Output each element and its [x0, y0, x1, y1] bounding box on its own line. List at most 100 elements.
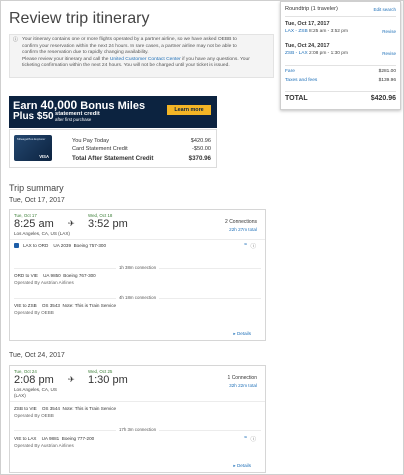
- layover-text: 1h 38m connection: [115, 265, 160, 270]
- notice-line: Your itinerary contains one or more flig…: [22, 37, 237, 42]
- outbound-route: LAX - ZSB 8:25 am - 3:52 pm: [285, 29, 348, 34]
- layover-text: 17h 3m connection: [115, 427, 160, 432]
- arrival-time: 1:30 pm: [88, 374, 128, 386]
- leg-aircraft: Note: This is Train Service: [62, 406, 117, 411]
- details-label: Details: [236, 331, 251, 336]
- card-brand: MileagePlus Explorer: [17, 137, 46, 141]
- inbound-route: ZSB - LAX 2:08 pm - 1:30 pm: [285, 51, 348, 56]
- flight-leg: ZSB to VIE OS 3544 Note: This is Train S…: [14, 406, 116, 411]
- outbound-date: Tue, Oct 17, 2017: [285, 21, 330, 27]
- divider: [285, 65, 396, 66]
- leg-aircraft: Boeing 757-300: [73, 243, 107, 248]
- departure-airport: (LAX): [14, 393, 26, 398]
- trip-summary-title: Trip summary: [9, 183, 64, 193]
- departure-time: 8:25 am: [14, 218, 54, 230]
- notice-line: ticketing confirmation within the next 2…: [22, 63, 230, 69]
- flight-leg: VIE to LAX UA 9881 Boeing 777-200: [14, 436, 94, 441]
- leg-flight: UA 9850: [43, 273, 61, 278]
- leg-aircraft: Boeing 767-300: [63, 273, 96, 278]
- layover-duration: 17h 3m connection: [14, 427, 261, 432]
- leg-route: VIE to ZSB: [14, 303, 37, 308]
- promo-plus: Plus $50: [13, 111, 54, 122]
- departure-time: 2:08 pm: [14, 374, 54, 386]
- details-label: Details: [236, 463, 251, 468]
- promo-credit-note: after first purchase: [55, 117, 92, 122]
- revise-outbound-link[interactable]: Revise: [382, 29, 396, 34]
- wifi-icon: ≈: [243, 242, 247, 248]
- statement-credit-label: Card Statement Credit: [72, 146, 128, 152]
- credit-card-image: MileagePlus Explorer VISA: [14, 135, 52, 161]
- taxes-label[interactable]: Taxes and fees: [285, 78, 317, 83]
- divider: [10, 401, 265, 402]
- inbound-flight-card: Tue, Oct 24 2:08 pm ✈ Wed, Oct 25 1:30 p…: [9, 365, 266, 473]
- card-promo-banner[interactable]: Earn 40,000 Bonus Miles Plus $50 stateme…: [9, 96, 217, 128]
- total-amount: $420.96: [370, 95, 396, 102]
- flight-leg: VIE to ZSB OS 3543 Note: This is Train S…: [14, 303, 116, 308]
- leg-route: ORD to VIE: [14, 273, 38, 278]
- outbound-day-title: Tue, Oct 17, 2017: [9, 197, 65, 204]
- promo-plus-word: Plus: [13, 111, 35, 122]
- info-icon[interactable]: ⓘ: [250, 435, 256, 443]
- inbound-day-title: Tue, Oct 24, 2017: [9, 352, 65, 359]
- info-icon[interactable]: ⓘ: [250, 242, 256, 250]
- connection-count: 2 Connections: [225, 219, 257, 225]
- details-link[interactable]: ▸ Details: [233, 331, 251, 337]
- leg-aircraft: Note: This is Train Service: [62, 303, 117, 308]
- details-link[interactable]: ▸ Details: [233, 463, 251, 469]
- summary-header: Roundtrip (1 traveler): [285, 6, 338, 12]
- price-summary-panel: Roundtrip (1 traveler) Edit search Tue, …: [280, 1, 401, 110]
- departure-city: Los Angeles, CA, US (LAX): [14, 231, 70, 236]
- flight-operator: Operated By Austrian Airlines: [14, 443, 74, 448]
- leg-route: LAX to ORD: [23, 243, 49, 248]
- total-after-credit-amount: $370.96: [188, 155, 211, 162]
- layover-duration: 1h 38m connection: [14, 265, 261, 270]
- arrival-time: 3:52 pm: [88, 218, 128, 230]
- leg-flight: UA 9881: [41, 436, 60, 441]
- promo-miles: 40,000: [40, 98, 78, 112]
- divider: [285, 16, 396, 17]
- flight-operator: Operated By OEBB: [14, 310, 54, 315]
- departure-city: Los Angeles, CA, US: [14, 387, 57, 392]
- fare-label[interactable]: Fare: [285, 69, 295, 74]
- leg-flight: OS 3544: [41, 406, 60, 411]
- layover-duration: 4h 18m connection: [14, 295, 261, 300]
- connection-count: 1 Connection: [227, 375, 257, 381]
- promo-credit: statement credit after first purchase: [55, 111, 100, 123]
- flight-leg: LAX to ORD UA 2039 Boeing 757-300: [23, 243, 106, 248]
- route-times: 8:25 am - 3:52 pm: [309, 29, 348, 34]
- leg-aircraft: Boeing 777-200: [61, 436, 95, 441]
- notice-text: Please review your itinerary and call th…: [22, 56, 109, 62]
- statement-credit-amount: -$50.00: [192, 146, 211, 152]
- partner-notice: ⓘ Your itinerary contains one or more fl…: [9, 34, 274, 78]
- edit-search-link[interactable]: Edit search: [373, 7, 396, 12]
- page-frame: Review trip itinerary ⓘ Your itinerary c…: [0, 0, 404, 475]
- contact-center-link[interactable]: United Customer Contact Center: [110, 57, 181, 62]
- outbound-flight-card: Tue, Oct 17 8:25 am ✈ Wed, Oct 18 3:52 p…: [9, 209, 266, 341]
- learn-more-button[interactable]: Learn more: [167, 105, 211, 115]
- leg-flight: OS 3543: [41, 303, 60, 308]
- revise-inbound-link[interactable]: Revise: [382, 51, 396, 56]
- divider: [10, 239, 265, 240]
- notice-text: if you have any questions. Your: [182, 56, 250, 62]
- promo-credit-amount: $50: [36, 111, 54, 122]
- operator-text: Operated By Austrian Airlines: [14, 280, 74, 285]
- total-duration: 32h 22m total: [229, 383, 257, 388]
- total-label: TOTAL: [285, 95, 308, 102]
- plane-icon: ✈: [68, 219, 75, 228]
- leg-route: VIE to LAX: [14, 436, 37, 441]
- inbound-date: Tue, Oct 24, 2017: [285, 43, 330, 49]
- promo-headline: Earn 40,000 Bonus Miles: [13, 98, 145, 112]
- flight-operator: Operated By Austrian Airlines: [14, 280, 74, 285]
- plane-icon: ✈: [68, 375, 75, 384]
- route-code: ZSB - LAX: [285, 51, 308, 56]
- route-code: LAX - ZSB: [285, 29, 308, 34]
- flight-operator: Operated By OEBB: [14, 413, 54, 418]
- card-network: VISA: [39, 154, 49, 159]
- pay-today-amount: $420.96: [190, 138, 211, 144]
- fare-amount: $281.00: [378, 69, 396, 74]
- leg-route: ZSB to VIE: [14, 406, 37, 411]
- payment-strip: MileagePlus Explorer VISA You Pay Today …: [9, 129, 217, 168]
- flight-leg: ORD to VIE UA 9850 Boeing 767-300: [14, 273, 96, 278]
- wifi-icon: ≈: [243, 435, 247, 441]
- route-times: 2:08 pm - 1:30 pm: [309, 51, 348, 56]
